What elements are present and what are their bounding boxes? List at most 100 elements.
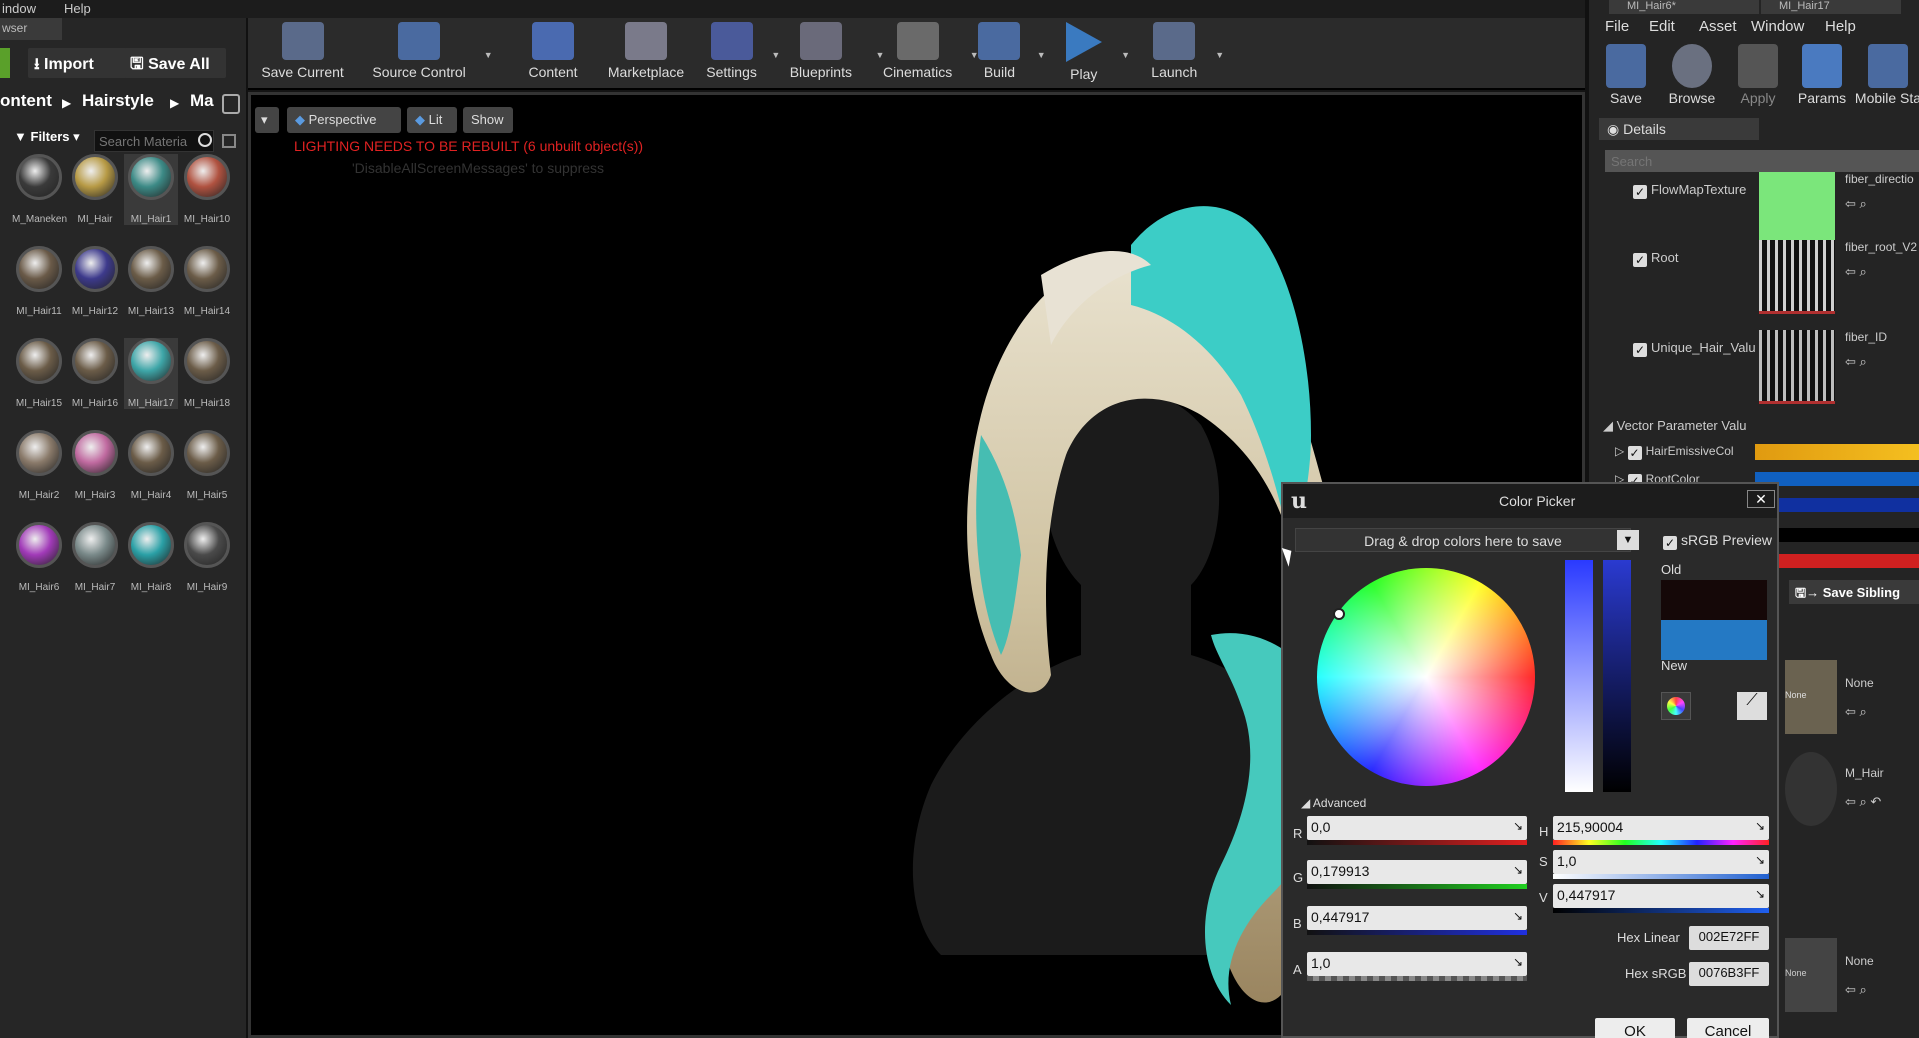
- menu-file[interactable]: File: [1605, 18, 1629, 35]
- b-field[interactable]: 0,447917 ↘: [1307, 906, 1527, 930]
- asset-tile[interactable]: MI_Hair8: [124, 522, 178, 593]
- asset-tile[interactable]: MI_Hair14: [180, 246, 234, 317]
- toolbar-save-current-button[interactable]: Save Current: [255, 20, 349, 88]
- texture-param-row[interactable]: ✓ FlowMapTexture: [1633, 182, 1746, 199]
- toolbar-cinematics-button[interactable]: Cinematics ▼: [870, 20, 979, 88]
- dropdown-arrow-icon[interactable]: ▼: [1121, 50, 1130, 60]
- asset-tile[interactable]: MI_Hair4: [124, 430, 178, 501]
- save-button[interactable]: Save: [1593, 44, 1659, 106]
- filters-button[interactable]: ▼ Filters ▾: [14, 129, 86, 151]
- asset-row-icons[interactable]: ⇦ ⌕ ↶: [1845, 794, 1881, 810]
- toolbar-marketplace-button[interactable]: Marketplace: [598, 20, 695, 88]
- hex-srgb-field[interactable]: 0076B3FF: [1689, 962, 1769, 986]
- lock-icon[interactable]: [222, 94, 240, 114]
- mobile-stats-button[interactable]: Mobile Sta: [1853, 44, 1919, 106]
- save-sibling-button[interactable]: 🖫→ Save Sibling: [1789, 580, 1919, 604]
- asset-row-icons[interactable]: ⇦ ⌕: [1845, 196, 1867, 212]
- asset-tile[interactable]: MI_Hair5: [180, 430, 234, 501]
- color-wheel[interactable]: [1317, 568, 1535, 786]
- toolbar-content-button[interactable]: Content: [521, 20, 585, 88]
- checkbox[interactable]: ✓: [1627, 446, 1642, 460]
- asset-tile[interactable]: MI_Hair6: [12, 522, 66, 593]
- asset-search-input[interactable]: [94, 130, 214, 152]
- old-color-swatch[interactable]: [1661, 580, 1767, 620]
- dropdown-arrow-icon[interactable]: ▼: [1215, 50, 1224, 60]
- dropdown-arrow-icon[interactable]: ▼: [1037, 50, 1046, 60]
- breadcrumb-content[interactable]: ontent: [0, 91, 52, 121]
- params-button[interactable]: Params: [1789, 44, 1855, 106]
- vector-param-hair-emissive[interactable]: ▷ ✓ HairEmissiveCol: [1615, 444, 1734, 460]
- browse-button[interactable]: Browse: [1659, 44, 1725, 106]
- menu-window[interactable]: Window: [1751, 18, 1804, 35]
- color-drop-zone[interactable]: Drag & drop colors here to save: [1295, 528, 1631, 552]
- ok-button[interactable]: OK: [1595, 1018, 1675, 1038]
- asset-tile[interactable]: MI_Hair: [68, 154, 122, 225]
- asset-tile[interactable]: MI_Hair10: [180, 154, 234, 225]
- asset-tile[interactable]: M_Maneken: [12, 154, 67, 225]
- h-field[interactable]: 215,90004 ↘: [1553, 816, 1769, 840]
- add-new-button[interactable]: [0, 48, 10, 78]
- content-browser-tab[interactable]: wser: [0, 18, 62, 40]
- view-mode-lit-button[interactable]: ◆ Lit: [407, 107, 457, 133]
- dropdown-arrow-icon[interactable]: ▼: [484, 50, 493, 60]
- color-swatch[interactable]: [1755, 472, 1919, 486]
- menu-help[interactable]: Help: [1825, 18, 1856, 35]
- asset-tile[interactable]: MI_Hair12: [68, 246, 122, 317]
- asset-tile[interactable]: MI_Hair16: [68, 338, 122, 409]
- tab-mi-hair6[interactable]: MI_Hair6*: [1609, 0, 1759, 14]
- asset-tile[interactable]: MI_Hair17: [124, 338, 178, 409]
- toolbar-play-button[interactable]: Play ▼: [1052, 20, 1130, 88]
- texture-thumbnail[interactable]: [1759, 172, 1835, 246]
- texture-param-row[interactable]: ✓ Root: [1633, 250, 1678, 267]
- checkbox[interactable]: ✓: [1663, 536, 1677, 550]
- toolbar-settings-button[interactable]: Settings ▼: [697, 20, 780, 88]
- asset-row-icons[interactable]: ⇦ ⌕: [1845, 354, 1867, 370]
- checkbox[interactable]: ✓: [1633, 253, 1647, 267]
- details-tab[interactable]: ◉ Details: [1599, 118, 1759, 140]
- asset-row-icons[interactable]: ⇦ ⌕: [1845, 704, 1867, 720]
- asset-tile[interactable]: MI_Hair18: [180, 338, 234, 409]
- asset-tile[interactable]: MI_Hair15: [12, 338, 66, 409]
- toolbar-blueprints-button[interactable]: Blueprints ▼: [771, 20, 884, 88]
- asset-tile[interactable]: MI_Hair11: [12, 246, 66, 317]
- color-theme-button[interactable]: [1661, 692, 1691, 720]
- color-picker-titlebar[interactable]: u Color Picker ✕: [1283, 484, 1777, 518]
- texture-thumbnail[interactable]: [1759, 240, 1835, 314]
- apply-button[interactable]: Apply: [1725, 44, 1791, 106]
- r-field[interactable]: 0,0 ↘: [1307, 816, 1527, 840]
- menu-window[interactable]: indow: [2, 1, 36, 16]
- menu-help[interactable]: Help: [64, 1, 91, 16]
- asset-row-icons[interactable]: ⇦ ⌕: [1845, 982, 1867, 998]
- asset-row-icons[interactable]: ⇦ ⌕: [1845, 264, 1867, 280]
- tab-mi-hair17[interactable]: MI_Hair17: [1761, 0, 1901, 14]
- color-swatch[interactable]: [1755, 444, 1919, 460]
- asset-tile[interactable]: MI_Hair13: [124, 246, 178, 317]
- import-button[interactable]: ⭳ Import: [28, 48, 138, 78]
- a-field[interactable]: 1,0 ↘: [1307, 952, 1527, 976]
- show-button[interactable]: Show: [463, 107, 513, 133]
- breadcrumb-hairstyle[interactable]: Hairstyle: [82, 91, 154, 121]
- chevron-down-icon[interactable]: ▼: [1617, 530, 1639, 550]
- toolbar-build-button[interactable]: Build ▼: [967, 20, 1046, 88]
- texture-param-row[interactable]: ✓ Unique_Hair_Valu: [1633, 340, 1756, 357]
- asset-tile[interactable]: MI_Hair2: [12, 430, 66, 501]
- details-search-input[interactable]: [1605, 150, 1919, 172]
- viewport-options-button[interactable]: ▾: [255, 107, 279, 133]
- asset-tile[interactable]: MI_Hair1: [124, 154, 178, 225]
- texture-thumbnail[interactable]: None: [1785, 938, 1837, 1012]
- asset-tile[interactable]: MI_Hair9: [180, 522, 234, 593]
- perspective-button[interactable]: ◆ Perspective: [287, 107, 401, 133]
- hex-linear-field[interactable]: 002E72FF: [1689, 926, 1769, 950]
- menu-edit[interactable]: Edit: [1649, 18, 1675, 35]
- toolbar-launch-button[interactable]: Launch ▼: [1138, 20, 1224, 88]
- asset-tile[interactable]: MI_Hair7: [68, 522, 122, 593]
- cancel-button[interactable]: Cancel: [1687, 1018, 1769, 1038]
- color-wheel-cursor[interactable]: [1333, 608, 1345, 620]
- vector-params-section[interactable]: ◢ Vector Parameter Valu: [1603, 418, 1746, 434]
- saturation-slider[interactable]: [1565, 560, 1593, 792]
- menu-asset[interactable]: Asset: [1699, 18, 1737, 35]
- breadcrumb-materials[interactable]: Ma: [190, 91, 214, 121]
- save-search-icon[interactable]: [222, 134, 236, 148]
- eyedropper-icon[interactable]: ⟋: [1737, 692, 1767, 720]
- material-thumbnail[interactable]: [1785, 752, 1837, 826]
